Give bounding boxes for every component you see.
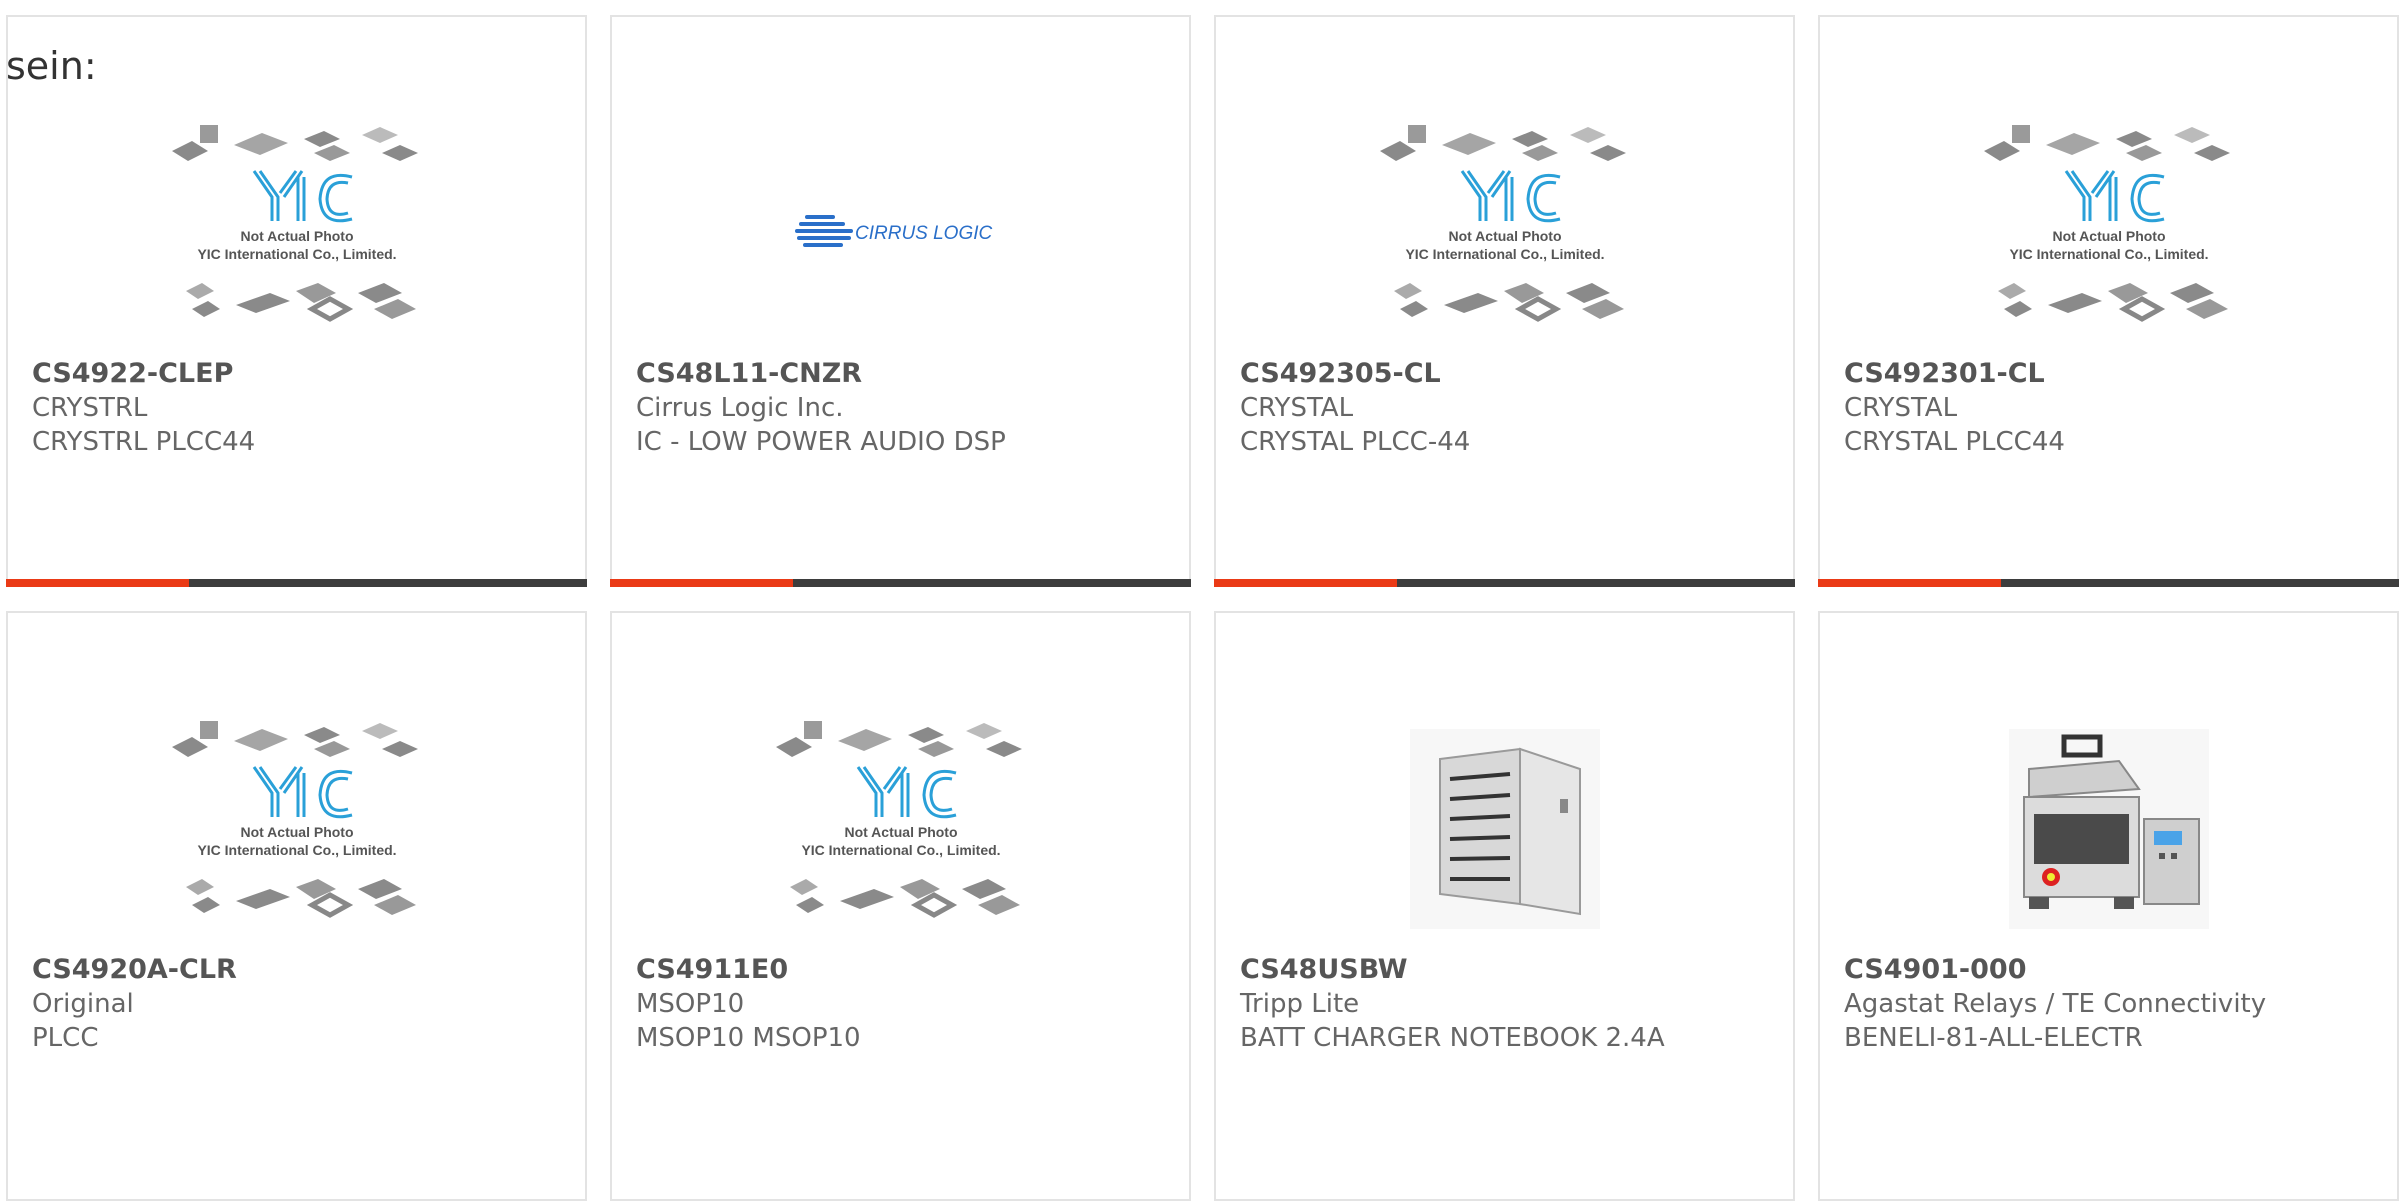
part-number[interactable]: CS4920A-CLR xyxy=(32,953,575,987)
manufacturer: CRYSTAL xyxy=(1240,393,1354,423)
product-card[interactable]: Not Actual Photo YIC International Co., … xyxy=(1214,15,1795,587)
manufacturer: Cirrus Logic Inc. xyxy=(636,393,844,423)
product-card[interactable]: Not Actual Photo YIC International Co., … xyxy=(1818,15,2399,587)
product-image[interactable] xyxy=(1820,693,2397,965)
manufacturer: Tripp Lite xyxy=(1240,989,1360,1019)
cirrus-logic-logo: CIRRUS LOGIC xyxy=(794,215,993,247)
placeholder-photo-image: Not Actual Photo YIC International Co., … xyxy=(1983,125,2230,322)
part-number[interactable]: CS48L11-CNZR xyxy=(636,357,1179,391)
part-number[interactable]: CS48USBW xyxy=(1240,953,1783,987)
product-image[interactable]: Not Actual Photo YIC International Co., … xyxy=(612,693,1189,965)
manufacturer: CRYSTAL xyxy=(1844,393,1958,423)
description: BATT CHARGER NOTEBOOK 2.4A xyxy=(1240,1023,1665,1053)
description: PLCC xyxy=(32,1023,99,1053)
product-card[interactable]: CS48USBW Tripp Lite BATT CHARGER NOTEBOO… xyxy=(1214,611,1795,1201)
product-image[interactable]: Not Actual Photo YIC International Co., … xyxy=(1820,97,2397,369)
placeholder-photo-image: Not Actual Photo YIC International Co., … xyxy=(171,721,418,918)
manufacturer: MSOP10 xyxy=(636,989,745,1019)
machine-photo xyxy=(2008,729,2209,929)
card-accent xyxy=(610,579,793,587)
placeholder-line1: Not Actual Photo xyxy=(1448,228,1561,244)
description: CRYSTAL PLCC-44 xyxy=(1240,427,1471,457)
product-card[interactable]: CIRRUS LOGIC CS48L11-CNZR Cirrus Logic I… xyxy=(610,15,1191,587)
card-accent xyxy=(1818,579,2001,587)
product-card[interactable]: CS4901-000 Agastat Relays / TE Connectiv… xyxy=(1818,611,2399,1201)
manufacturer: Agastat Relays / TE Connectivity xyxy=(1844,989,2267,1019)
description: BENELI-81-ALL-ELECTR xyxy=(1844,1023,2143,1053)
part-number[interactable]: CS492305-CL xyxy=(1240,357,1783,391)
placeholder-line1: Not Actual Photo xyxy=(240,824,353,840)
product-image[interactable]: Not Actual Photo YIC International Co., … xyxy=(1216,97,1793,369)
placeholder-line2: YIC International Co., Limited. xyxy=(1405,246,1604,262)
product-card[interactable]: Not Actual Photo YIC International Co., … xyxy=(6,15,587,587)
cabinet-photo xyxy=(1409,729,1600,929)
part-number[interactable]: CS4901-000 xyxy=(1844,953,2387,987)
part-number[interactable]: CS4922-CLEP xyxy=(32,357,575,391)
card-bottom-bar xyxy=(610,579,1191,587)
product-image[interactable] xyxy=(1216,693,1793,965)
card-accent xyxy=(1214,579,1397,587)
description: MSOP10 MSOP10 xyxy=(636,1023,861,1053)
placeholder-line2: YIC International Co., Limited. xyxy=(801,842,1000,858)
part-number[interactable]: CS492301-CL xyxy=(1844,357,2387,391)
product-grid: Not Actual Photo YIC International Co., … xyxy=(6,15,2399,1201)
placeholder-line1: Not Actual Photo xyxy=(240,228,353,244)
part-number[interactable]: CS4911E0 xyxy=(636,953,1179,987)
product-card[interactable]: Not Actual Photo YIC International Co., … xyxy=(610,611,1191,1201)
placeholder-photo-image: Not Actual Photo YIC International Co., … xyxy=(1379,125,1626,322)
product-image[interactable]: CIRRUS LOGIC xyxy=(612,97,1189,369)
placeholder-line1: Not Actual Photo xyxy=(844,824,957,840)
description: CRYSTRL PLCC44 xyxy=(32,427,256,457)
manufacturer: Original xyxy=(32,989,134,1019)
intro-text: sein: xyxy=(6,44,97,88)
card-accent xyxy=(6,579,189,587)
placeholder-photo-image: Not Actual Photo YIC International Co., … xyxy=(775,721,1022,918)
card-bottom-bar xyxy=(1214,579,1795,587)
cirrus-logo-text: CIRRUS LOGIC xyxy=(855,223,993,244)
product-image[interactable]: Not Actual Photo YIC International Co., … xyxy=(8,693,585,965)
manufacturer: CRYSTRL xyxy=(32,393,148,423)
placeholder-line2: YIC International Co., Limited. xyxy=(197,246,396,262)
placeholder-line2: YIC International Co., Limited. xyxy=(2009,246,2208,262)
product-card[interactable]: Not Actual Photo YIC International Co., … xyxy=(6,611,587,1201)
product-image[interactable]: Not Actual Photo YIC International Co., … xyxy=(8,97,585,369)
placeholder-line1: Not Actual Photo xyxy=(2052,228,2165,244)
description: IC - LOW POWER AUDIO DSP xyxy=(636,427,1006,457)
card-bottom-bar xyxy=(1818,579,2399,587)
description: CRYSTAL PLCC44 xyxy=(1844,427,2065,457)
card-bottom-bar xyxy=(6,579,587,587)
placeholder-line2: YIC International Co., Limited. xyxy=(197,842,396,858)
placeholder-photo-image: Not Actual Photo YIC International Co., … xyxy=(171,125,418,322)
